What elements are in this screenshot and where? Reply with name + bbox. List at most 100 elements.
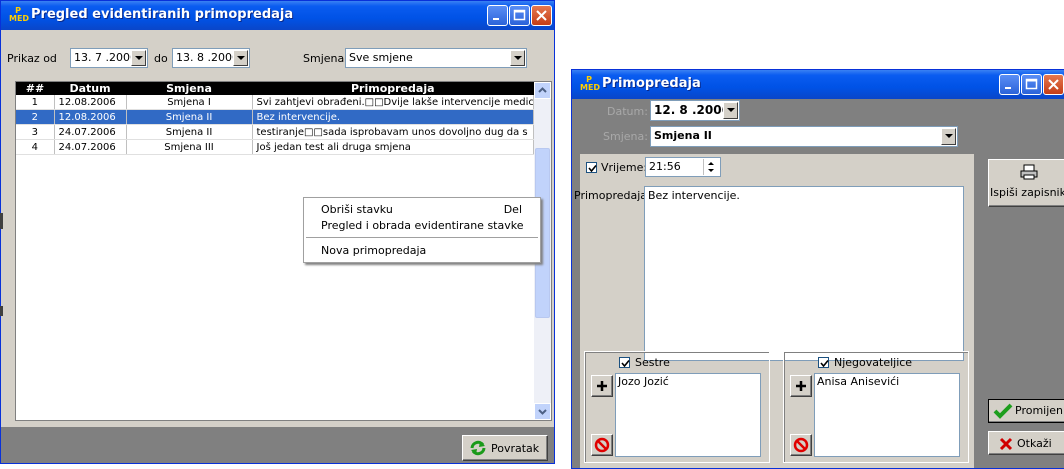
title-bar[interactable]: P MED Primopredaja [572, 70, 1064, 99]
left-edge-artifact [0, 213, 3, 229]
cell-num: 3 [16, 124, 55, 140]
menu-item-shortcut: Del [503, 203, 522, 216]
to-label: do [154, 52, 168, 65]
menu-item-delete[interactable]: Obriši stavku Del [321, 203, 534, 217]
cell-shift: Smjena I [126, 95, 253, 110]
table-row[interactable]: 4 24.07.2006 Smjena III Još jedan test a… [16, 139, 534, 155]
date-picker[interactable]: 12. 8 .2006 [650, 100, 740, 121]
time-value: 21:56 [649, 160, 681, 173]
plus-icon [597, 381, 607, 391]
change-button-label: Promijeni [1015, 404, 1064, 417]
handover-label: Primopredaja: [574, 189, 651, 202]
time-checkbox[interactable] [586, 162, 597, 173]
maximize-icon [1025, 78, 1038, 90]
cell-handover: Još jedan test ali druga smjena [252, 139, 534, 155]
chevron-up-icon [538, 87, 547, 93]
nurses-group: Sestre Jozo Jozić [584, 351, 770, 463]
cell-date: 24.07.2006 [54, 124, 127, 140]
no-entry-icon [793, 437, 809, 453]
chevron-down-icon[interactable] [131, 50, 146, 66]
column-header-shift[interactable]: Smjena [126, 82, 252, 95]
spinner-up-icon [708, 162, 714, 165]
from-date-value: 13. 7 .2006 [74, 51, 137, 64]
handover-panel: Vrijeme: 21:56 Primopredaja: Bez interve… [574, 154, 974, 468]
add-caregiver-button[interactable] [790, 375, 812, 397]
window-title: Pregled evidentiranih primopredaja [31, 7, 294, 22]
table-row[interactable]: 1 12.08.2006 Smjena I Svi zahtjevi obrađ… [16, 95, 534, 110]
back-button[interactable]: Povratak [462, 435, 548, 461]
checkmark-icon [820, 359, 829, 368]
remove-nurse-button[interactable] [591, 434, 613, 456]
cell-date: 12.08.2006 [54, 109, 127, 125]
column-header-num[interactable]: ## [16, 82, 54, 95]
table-row[interactable]: 3 24.07.2006 Smjena II testiranje□□sada … [16, 124, 534, 140]
from-date-picker[interactable]: 13. 7 .2006 [70, 48, 148, 68]
handover-text: Bez intervencije. [648, 189, 740, 202]
caregivers-group: Njegovateljice Anisa Anisevići [783, 351, 969, 463]
from-label: Prikaz od [7, 52, 57, 65]
remove-caregiver-button[interactable] [790, 434, 812, 456]
context-menu: Obriši stavku Del Pregled i obrada evide… [303, 197, 541, 263]
scroll-down-button[interactable] [534, 403, 551, 420]
list-item[interactable]: Anisa Anisevići [817, 375, 957, 388]
refresh-icon [470, 440, 486, 456]
minimize-button[interactable] [999, 74, 1020, 95]
chevron-down-icon[interactable] [941, 128, 956, 145]
cancel-button[interactable]: Otkaži [988, 431, 1064, 455]
checkmark-icon [588, 164, 597, 173]
close-button[interactable] [1043, 74, 1064, 95]
cell-num: 2 [16, 109, 55, 125]
checkmark-icon [621, 359, 630, 368]
shift-filter-select[interactable]: Sve smjene [345, 48, 527, 68]
maximize-button[interactable] [509, 5, 530, 26]
minimize-icon [493, 18, 499, 20]
app-icon: P MED [9, 6, 30, 23]
left-edge-artifact [0, 306, 3, 316]
cell-shift: Smjena III [126, 139, 253, 155]
handover-list-window: P MED Pregled evidentiranih primopredaja … [0, 0, 555, 464]
cell-handover: Svi zahtjevi obrađeni.□□Dvije lakše inte… [252, 95, 534, 110]
close-icon [536, 10, 547, 21]
title-bar[interactable]: P MED Pregled evidentiranih primopredaja [1, 1, 554, 30]
cell-num: 1 [16, 95, 55, 110]
time-label: Vrijeme: [601, 161, 648, 174]
minimize-button[interactable] [487, 5, 508, 26]
print-report-label: Ispiši zapisnik [990, 186, 1064, 199]
chevron-down-icon[interactable] [723, 102, 738, 119]
app-icon: P MED [580, 75, 601, 92]
maximize-button[interactable] [1021, 74, 1042, 95]
add-nurse-button[interactable] [591, 375, 613, 397]
chevron-down-icon [538, 409, 547, 415]
handover-textarea[interactable]: Bez intervencije. [644, 186, 964, 361]
time-field[interactable]: 21:56 [645, 157, 721, 177]
menu-item-label: Nova primopredaja [321, 244, 427, 257]
nurses-label: Sestre [635, 356, 670, 369]
table-row[interactable]: 2 12.08.2006 Smjena II Bez intervencije. [16, 109, 534, 125]
scroll-up-button[interactable] [534, 82, 551, 99]
no-entry-icon [594, 437, 610, 453]
column-header-handover[interactable]: Primopredaja [252, 82, 534, 95]
shift-select[interactable]: Smjena II [650, 126, 958, 147]
change-button[interactable]: Promijeni [988, 399, 1064, 423]
menu-item-label: Obriši stavku [321, 203, 393, 216]
caregivers-checkbox[interactable] [818, 357, 829, 368]
minimize-icon [1005, 87, 1011, 89]
caregivers-list[interactable]: Anisa Anisevići [814, 373, 960, 457]
column-header-date[interactable]: Datum [54, 82, 126, 95]
printer-icon [1020, 164, 1038, 180]
close-button[interactable] [531, 5, 552, 26]
nurses-checkbox[interactable] [619, 357, 630, 368]
back-button-label: Povratak [491, 442, 540, 455]
menu-item-new[interactable]: Nova primopredaja [321, 244, 534, 258]
cell-handover: testiranje□□sada isprobavam unos dovoljn… [252, 124, 534, 140]
chevron-down-icon[interactable] [510, 50, 525, 66]
to-date-picker[interactable]: 13. 8 .2006 [172, 48, 250, 68]
cell-date: 24.07.2006 [54, 139, 127, 155]
menu-item-review[interactable]: Pregled i obrada evidentirane stavke [321, 219, 534, 233]
plus-icon [796, 381, 806, 391]
time-spinner[interactable] [703, 159, 719, 175]
chevron-down-icon[interactable] [233, 50, 248, 66]
print-report-button[interactable]: Ispiši zapisnik [988, 159, 1064, 207]
nurses-list[interactable]: Jozo Jozić [615, 373, 761, 457]
list-item[interactable]: Jozo Jozić [618, 375, 758, 388]
